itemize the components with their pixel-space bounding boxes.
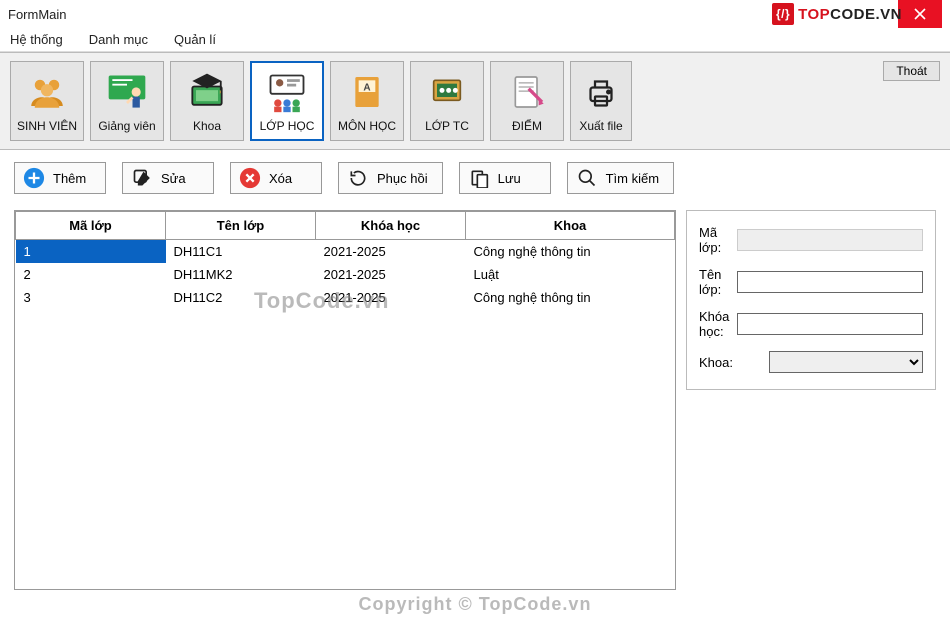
save-button[interactable]: Lưu — [459, 162, 551, 194]
label-khoahoc: Khóa học: — [699, 309, 731, 339]
input-malop — [737, 229, 923, 251]
table-cell[interactable]: DH11C1 — [166, 240, 316, 264]
credit-class-icon — [424, 69, 470, 115]
col-malop[interactable]: Mã lớp — [16, 212, 166, 240]
label-khoa: Khoa: — [699, 355, 763, 370]
plus-icon — [23, 167, 45, 189]
edit-button[interactable]: Sửa — [122, 162, 214, 194]
table-cell[interactable]: 1 — [16, 240, 166, 264]
main-toolbar: SINH VIÊN Giảng viên Khoa LỚP HỌC A MÔN … — [0, 52, 950, 150]
toolbar-diem[interactable]: ĐIỂM — [490, 61, 564, 141]
table-cell[interactable]: DH11MK2 — [166, 263, 316, 286]
table-cell[interactable]: Luật — [466, 263, 675, 286]
detail-form: Mã lớp: Tên lớp: Khóa học: Khoa: — [686, 210, 936, 390]
search-button[interactable]: Tìm kiếm — [567, 162, 674, 194]
class-icon — [264, 69, 310, 115]
table-cell[interactable]: 2021-2025 — [316, 263, 466, 286]
grid-header-row: Mã lớp Tên lớp Khóa học Khoa — [16, 212, 675, 240]
col-khoa[interactable]: Khoa — [466, 212, 675, 240]
delete-icon — [239, 167, 261, 189]
table-row[interactable]: 3DH11C22021-2025Công nghệ thông tin — [16, 286, 675, 309]
table-cell[interactable]: 2021-2025 — [316, 286, 466, 309]
titlebar: FormMain {/} TOPCODE.VN — [0, 0, 950, 28]
pencil-icon — [131, 167, 153, 189]
content-area: Mã lớp Tên lớp Khóa học Khoa 1DH11C12021… — [0, 200, 950, 600]
col-tenlop[interactable]: Tên lớp — [166, 212, 316, 240]
teacher-icon — [104, 69, 150, 115]
toolbar-sinhvien[interactable]: SINH VIÊN — [10, 61, 84, 141]
delete-button[interactable]: Xóa — [230, 162, 322, 194]
add-button[interactable]: Thêm — [14, 162, 106, 194]
table-cell[interactable]: Công nghệ thông tin — [466, 286, 675, 309]
subject-icon: A — [344, 69, 390, 115]
col-khoahoc[interactable]: Khóa học — [316, 212, 466, 240]
students-icon — [24, 69, 70, 115]
table-cell[interactable]: 2021-2025 — [316, 240, 466, 264]
input-tenlop[interactable] — [737, 271, 923, 293]
table-cell[interactable]: 2 — [16, 263, 166, 286]
label-malop: Mã lớp: — [699, 225, 731, 255]
toolbar-loptc[interactable]: LỚP TC — [410, 61, 484, 141]
menu-quanli[interactable]: Quản lí — [170, 30, 220, 49]
svg-text:A: A — [363, 82, 370, 93]
brand-badge-icon: {/} — [772, 3, 794, 25]
export-icon — [578, 69, 624, 115]
label-tenlop: Tên lớp: — [699, 267, 731, 297]
table-cell[interactable]: 3 — [16, 286, 166, 309]
window-close-button[interactable] — [898, 0, 942, 28]
toolbar-khoa[interactable]: Khoa — [170, 61, 244, 141]
restore-button[interactable]: Phục hồi — [338, 162, 443, 194]
table-cell[interactable]: Công nghệ thông tin — [466, 240, 675, 264]
save-icon — [468, 167, 490, 189]
grade-icon — [504, 69, 550, 115]
brand-logo: {/} TOPCODE.VN — [772, 0, 902, 28]
toolbar-xuatfile[interactable]: Xuất file — [570, 61, 632, 141]
input-khoahoc[interactable] — [737, 313, 923, 335]
window-title: FormMain — [8, 7, 67, 22]
faculty-icon — [184, 69, 230, 115]
logout-button[interactable]: Thoát — [883, 61, 940, 81]
search-icon — [576, 167, 598, 189]
toolbar-lophoc[interactable]: LỚP HỌC — [250, 61, 324, 141]
table-row[interactable]: 1DH11C12021-2025Công nghệ thông tin — [16, 240, 675, 264]
menubar: Hệ thống Danh mục Quản lí — [0, 28, 950, 52]
table-cell[interactable]: DH11C2 — [166, 286, 316, 309]
table-row[interactable]: 2DH11MK22021-2025Luật — [16, 263, 675, 286]
toolbar-giangvien[interactable]: Giảng viên — [90, 61, 164, 141]
menu-hethong[interactable]: Hệ thống — [6, 30, 67, 49]
data-grid[interactable]: Mã lớp Tên lớp Khóa học Khoa 1DH11C12021… — [14, 210, 676, 590]
toolbar-monhoc[interactable]: A MÔN HỌC — [330, 61, 404, 141]
close-icon — [914, 8, 926, 20]
menu-danhmuc[interactable]: Danh mục — [85, 30, 152, 49]
restore-icon — [347, 167, 369, 189]
select-khoa[interactable] — [769, 351, 923, 373]
action-row: Thêm Sửa Xóa Phục hồi Lưu Tìm kiếm — [0, 150, 950, 200]
